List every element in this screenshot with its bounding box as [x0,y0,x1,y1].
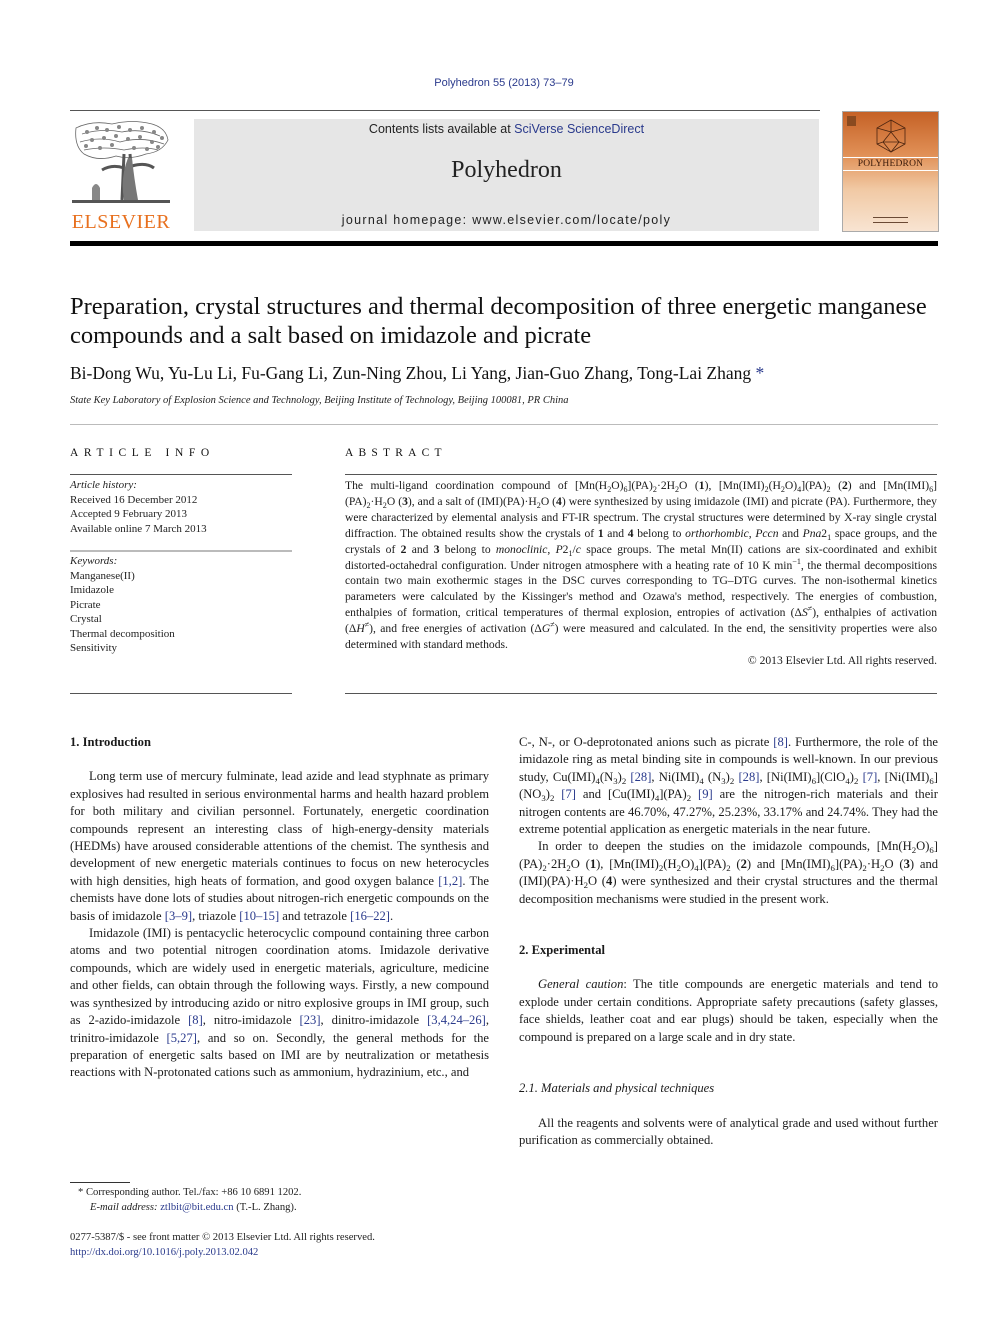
citation-link[interactable]: [28] [738,770,759,784]
elsevier-logo[interactable]: ELSEVIER [70,118,172,233]
journal-cover-thumbnail[interactable]: POLYHEDRON [842,111,939,232]
abstract-rule-top [345,474,937,475]
keyword: Picrate [70,598,101,611]
article-info-heading: ARTICLE INFO [70,447,215,459]
keyword: Manganese(II) [70,569,135,582]
citation-link[interactable]: [9] [698,787,713,801]
footnote-corresponding-text: Corresponding author. Tel./fax: +86 10 6… [85,1187,302,1198]
homepage-url[interactable]: www.elsevier.com/locate/poly [472,213,671,227]
history-online: Available online 7 March 2013 [70,522,207,535]
citation-link[interactable]: [16–22] [350,909,390,923]
caution-paragraph: General caution: The title compounds are… [519,976,938,1046]
citation-link[interactable]: [8] [773,735,788,749]
issn-block: 0277-5387/$ - see front matter © 2013 El… [70,1231,500,1260]
info-rule-mid [70,550,292,552]
keywords-label: Keywords: [70,555,118,567]
footnote-rule [70,1182,130,1183]
info-rule-top [70,474,292,475]
intro-paragraph-1: Long term use of mercury fulminate, lead… [70,769,489,923]
citation-link[interactable]: [5,27] [167,1031,197,1045]
contents-prefix: Contents lists available at [368,122,515,136]
keyword: Imidazole [70,584,114,596]
journal-citation[interactable]: Polyhedron 55 (2013) 73–79 [0,77,992,89]
email-label: E-mail address: [90,1201,158,1213]
body-right-column: C-, N-, or O-deprotonated anions such as… [519,734,938,1149]
header-thick-rule [70,241,938,246]
citation-link[interactable]: [23] [300,1013,321,1027]
abstract-heading: ABSTRACT [345,447,447,459]
sciencedirect-link[interactable]: SciVerse ScienceDirect [514,122,644,136]
corresponding-author-footnote: * Corresponding author. Tel./fax: +86 10… [78,1186,498,1215]
body-left-column: 1. Introduction Long term use of mercury… [70,734,489,1082]
citation-link[interactable]: [10–15] [239,909,279,923]
citation-link[interactable]: [1,2] [438,874,462,888]
intro-paragraph-2: Imidazole (IMI) is pentacyclic heterocyc… [70,926,489,1080]
intro-paragraph-2-cont: C-, N-, or O-deprotonated anions such as… [519,735,938,837]
authors-text: Bi-Dong Wu, Yu-Lu Li, Fu-Gang Li, Zun-Ni… [70,363,752,383]
keyword: Thermal decomposition [70,627,175,640]
citation-link[interactable]: [3–9] [165,909,192,923]
citation-link[interactable]: [7] [863,770,878,784]
keyword: Crystal [70,613,102,625]
article-title: Preparation, crystal structures and ther… [70,293,927,349]
abstract-text: The multi-ligand coordination compound o… [345,479,938,652]
abstract-rule-bottom [345,693,937,694]
history-received: Received 16 December 2012 [70,493,198,506]
keywords-block: Keywords: Manganese(II) Imidazole Picrat… [70,554,292,656]
section-heading-introduction: 1. Introduction [70,735,151,749]
elsevier-wordmark: ELSEVIER [71,211,171,233]
journal-banner: Contents lists available at SciVerse Sci… [194,119,819,231]
homepage-line: journal homepage: www.elsevier.com/locat… [194,213,819,227]
footnote-marker: * [78,1187,84,1198]
email-link[interactable]: ztlbit@bit.edu.cn [160,1202,233,1213]
doi-link[interactable]: http://dx.doi.org/10.1016/j.poly.2013.02… [70,1247,258,1258]
citation-link[interactable]: [28] [630,770,651,784]
polyhedron-icon [876,119,906,153]
affiliation: State Key Laboratory of Explosion Scienc… [70,395,569,406]
cover-footer-mark [873,217,908,223]
section-heading-experimental: 2. Experimental [519,943,606,958]
intro-paragraph-3: In order to deepen the studies on the im… [519,839,939,906]
author-list: Bi-Dong Wu, Yu-Lu Li, Fu-Gang Li, Zun-Ni… [70,363,950,384]
email-suffix: (T.-L. Zhang). [233,1201,297,1213]
abstract-copyright: © 2013 Elsevier Ltd. All rights reserved… [747,653,937,667]
cover-elsevier-mark [847,116,856,126]
footnote-corresponding: * Corresponding author. Tel./fax: +86 10… [78,1186,498,1201]
homepage-label: journal homepage: [341,213,473,227]
elsevier-tree-icon [72,118,170,206]
cover-title: POLYHEDRON [843,157,938,171]
history-accepted: Accepted 9 February 2013 [70,508,187,520]
journal-name: Polyhedron [451,157,562,183]
corresponding-author-marker[interactable]: * [756,363,765,383]
article-history: Article history: Received 16 December 20… [70,478,292,536]
citation-link[interactable]: [7] [561,787,576,801]
info-rule-bottom [70,693,292,694]
abstract-body: The multi-ligand coordination compound o… [345,478,937,669]
title-rule [70,424,938,425]
citation-link[interactable]: [8] [188,1013,203,1027]
issn-line: 0277-5387/$ - see front matter © 2013 El… [70,1232,375,1243]
footnote-email: E-mail address: ztlbit@bit.edu.cn (T.-L.… [78,1201,498,1216]
caution-label: General caution [538,977,624,992]
contents-line: Contents lists available at SciVerse Sci… [194,122,819,136]
header-rule [70,110,820,111]
citation-link[interactable]: [3,4,24–26] [427,1013,486,1027]
materials-paragraph: All the reagents and solvents were of an… [519,1115,938,1147]
keyword: Sensitivity [70,642,118,654]
subsection-heading-materials: 2.1. Materials and physical techniques [519,1081,715,1096]
history-label: Article history: [70,479,137,491]
